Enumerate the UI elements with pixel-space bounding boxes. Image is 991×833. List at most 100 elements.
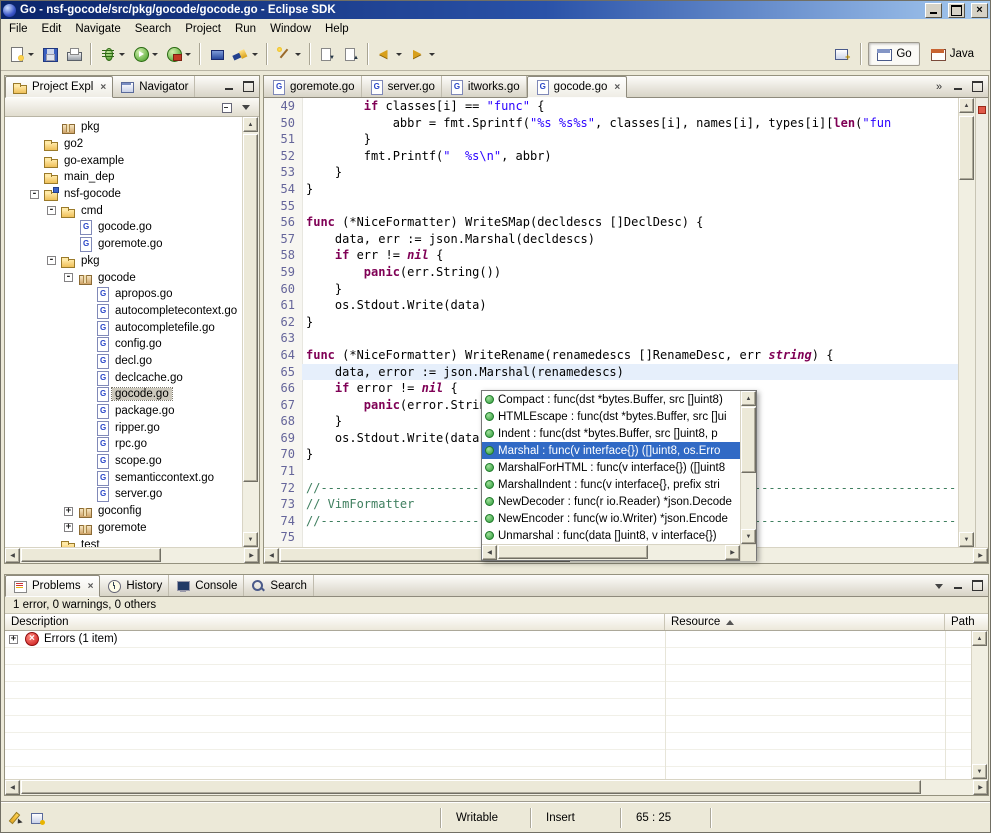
explorer-tab-navigator[interactable]: Navigator <box>113 76 195 97</box>
print-button[interactable] <box>62 42 86 66</box>
line-number[interactable]: 56 <box>264 214 302 231</box>
editor-minimize-button[interactable] <box>949 79 967 95</box>
popup-horizontal-scrollbar[interactable]: ▶ <box>482 544 756 560</box>
scroll-left-button[interactable] <box>264 548 279 563</box>
completion-item-marshalforhtml[interactable]: MarshalForHTML : func(v interface{}) ([]… <box>482 459 740 476</box>
view-menu-icon[interactable] <box>239 99 255 115</box>
close-icon[interactable] <box>100 81 106 93</box>
tree-item-gocode-go[interactable]: gocode.go <box>5 219 242 236</box>
completion-item-marshal[interactable]: Marshal : func(v interface{}) ([]uint8, … <box>482 442 740 459</box>
code-line-64[interactable]: 64func (*NiceFormatter) WriteRename(rena… <box>264 347 958 364</box>
menu-run[interactable]: Run <box>228 21 263 37</box>
editor-tab-server-go[interactable]: server.go <box>362 76 442 97</box>
tree-item-pkg[interactable]: -pkg <box>5 253 242 270</box>
editor-tab-gocode-go[interactable]: gocode.go <box>527 76 628 98</box>
overview-ruler[interactable] <box>975 98 988 547</box>
scroll-left-button[interactable] <box>5 548 20 563</box>
scroll-left-button[interactable] <box>5 780 20 795</box>
go-perspective-button[interactable]: Go <box>868 42 919 66</box>
tree-item-ripper-go[interactable]: ripper.go <box>5 419 242 436</box>
code-line-51[interactable]: 51 } <box>264 131 958 148</box>
line-number[interactable]: 53 <box>264 164 302 181</box>
search-button[interactable] <box>229 42 262 66</box>
tree-item-autocompletecontext-go[interactable]: autocompletecontext.go <box>5 303 242 320</box>
fast-view-icon[interactable] <box>29 810 45 826</box>
column-header-description[interactable]: Description <box>5 614 665 630</box>
scroll-right-button[interactable] <box>244 548 259 563</box>
tree-item-goremote-go[interactable]: goremote.go <box>5 236 242 253</box>
project-tree[interactable]: pkggo2go-examplemain_dep-nsf-gocode-cmdg… <box>5 117 242 547</box>
completion-item-newdecoder[interactable]: NewDecoder : func(r io.Reader) *json.Dec… <box>482 493 740 510</box>
line-number[interactable]: 73 <box>264 496 302 513</box>
view-maximize-button[interactable] <box>239 79 257 95</box>
tree-item-apropos-go[interactable]: apropos.go <box>5 286 242 303</box>
line-number[interactable]: 49 <box>264 98 302 115</box>
forward-button[interactable] <box>406 42 439 66</box>
editor-tab-goremote-go[interactable]: goremote.go <box>264 76 362 97</box>
code-line-55[interactable]: 55 <box>264 198 958 215</box>
close-icon[interactable] <box>614 81 620 93</box>
line-number[interactable]: 60 <box>264 281 302 298</box>
new-button[interactable] <box>5 42 38 66</box>
line-number[interactable]: 55 <box>264 198 302 215</box>
menu-file[interactable]: File <box>2 21 35 37</box>
run-button[interactable] <box>129 42 162 66</box>
tree-item-goremote[interactable]: +goremote <box>5 520 242 537</box>
menu-window[interactable]: Window <box>263 21 318 37</box>
previous-annotation-button[interactable] <box>339 42 363 66</box>
code-line-50[interactable]: 50 abbr = fmt.Sprintf("%s %s%s", classes… <box>264 115 958 132</box>
line-number[interactable]: 57 <box>264 231 302 248</box>
line-number[interactable]: 69 <box>264 430 302 447</box>
code-line-53[interactable]: 53 } <box>264 164 958 181</box>
tree-item-gocode-go[interactable]: gocode.go <box>5 386 242 403</box>
expand-icon[interactable]: + <box>9 635 18 644</box>
tree-item-test[interactable]: test <box>5 536 242 547</box>
code-line-54[interactable]: 54} <box>264 181 958 198</box>
code-line-58[interactable]: 58 if err != nil { <box>264 247 958 264</box>
completion-item-indent[interactable]: Indent : func(dst *bytes.Buffer, src []u… <box>482 425 740 442</box>
tree-item-config-go[interactable]: config.go <box>5 336 242 353</box>
code-line-62[interactable]: 62} <box>264 314 958 331</box>
scroll-up-button[interactable] <box>741 391 756 406</box>
collapse-icon[interactable]: - <box>47 206 56 215</box>
menu-help[interactable]: Help <box>318 21 356 37</box>
menu-project[interactable]: Project <box>178 21 228 37</box>
scroll-up-button[interactable] <box>243 117 258 132</box>
popup-vertical-scrollbar[interactable] <box>740 391 756 544</box>
line-number[interactable]: 54 <box>264 181 302 198</box>
explorer-horizontal-scrollbar[interactable] <box>5 547 259 563</box>
tree-item-nsf-gocode[interactable]: -nsf-gocode <box>5 186 242 203</box>
scroll-left-button[interactable] <box>482 545 497 560</box>
explorer-vertical-scrollbar[interactable] <box>242 117 259 547</box>
view-minimize-button[interactable] <box>949 578 967 594</box>
tree-item-go-example[interactable]: go-example <box>5 152 242 169</box>
java-perspective-button[interactable]: Java <box>922 42 982 66</box>
back-button[interactable] <box>373 42 406 66</box>
scroll-up-button[interactable] <box>959 98 974 113</box>
completion-item-unmarshal[interactable]: Unmarshal : func(data []uint8, v interfa… <box>482 527 740 544</box>
error-marker[interactable] <box>978 106 986 114</box>
completion-item-newencoder[interactable]: NewEncoder : func(w io.Writer) *json.Enc… <box>482 510 740 527</box>
open-perspective-button[interactable] <box>830 42 854 66</box>
code-line-59[interactable]: 59 panic(err.String()) <box>264 264 958 281</box>
problems-vertical-scrollbar[interactable] <box>971 631 988 779</box>
line-number[interactable]: 75 <box>264 529 302 546</box>
scroll-right-button[interactable] <box>973 548 988 563</box>
scroll-right-button[interactable]: ▶ <box>725 545 740 560</box>
completion-item-compact[interactable]: Compact : func(dst *bytes.Buffer, src []… <box>482 391 740 408</box>
line-number[interactable]: 63 <box>264 330 302 347</box>
problems-row-errors-1-item[interactable]: +Errors (1 item) <box>5 631 971 648</box>
tree-item-rpc-go[interactable]: rpc.go <box>5 436 242 453</box>
scroll-down-button[interactable] <box>972 764 987 779</box>
tree-item-scope-go[interactable]: scope.go <box>5 453 242 470</box>
tree-item-autocompletefile-go[interactable]: autocompletefile.go <box>5 319 242 336</box>
collapse-icon[interactable]: - <box>47 256 56 265</box>
new-wizard-button[interactable] <box>272 42 305 66</box>
tree-item-main-dep[interactable]: main_dep <box>5 169 242 186</box>
completion-list[interactable]: Compact : func(dst *bytes.Buffer, src []… <box>482 391 740 544</box>
explorer-tab-project-expl[interactable]: Project Expl <box>5 76 113 98</box>
editor-maximize-button[interactable] <box>968 79 986 95</box>
tree-item-decl-go[interactable]: decl.go <box>5 353 242 370</box>
scroll-up-button[interactable] <box>972 631 987 646</box>
window-maximize-button[interactable] <box>948 3 965 18</box>
